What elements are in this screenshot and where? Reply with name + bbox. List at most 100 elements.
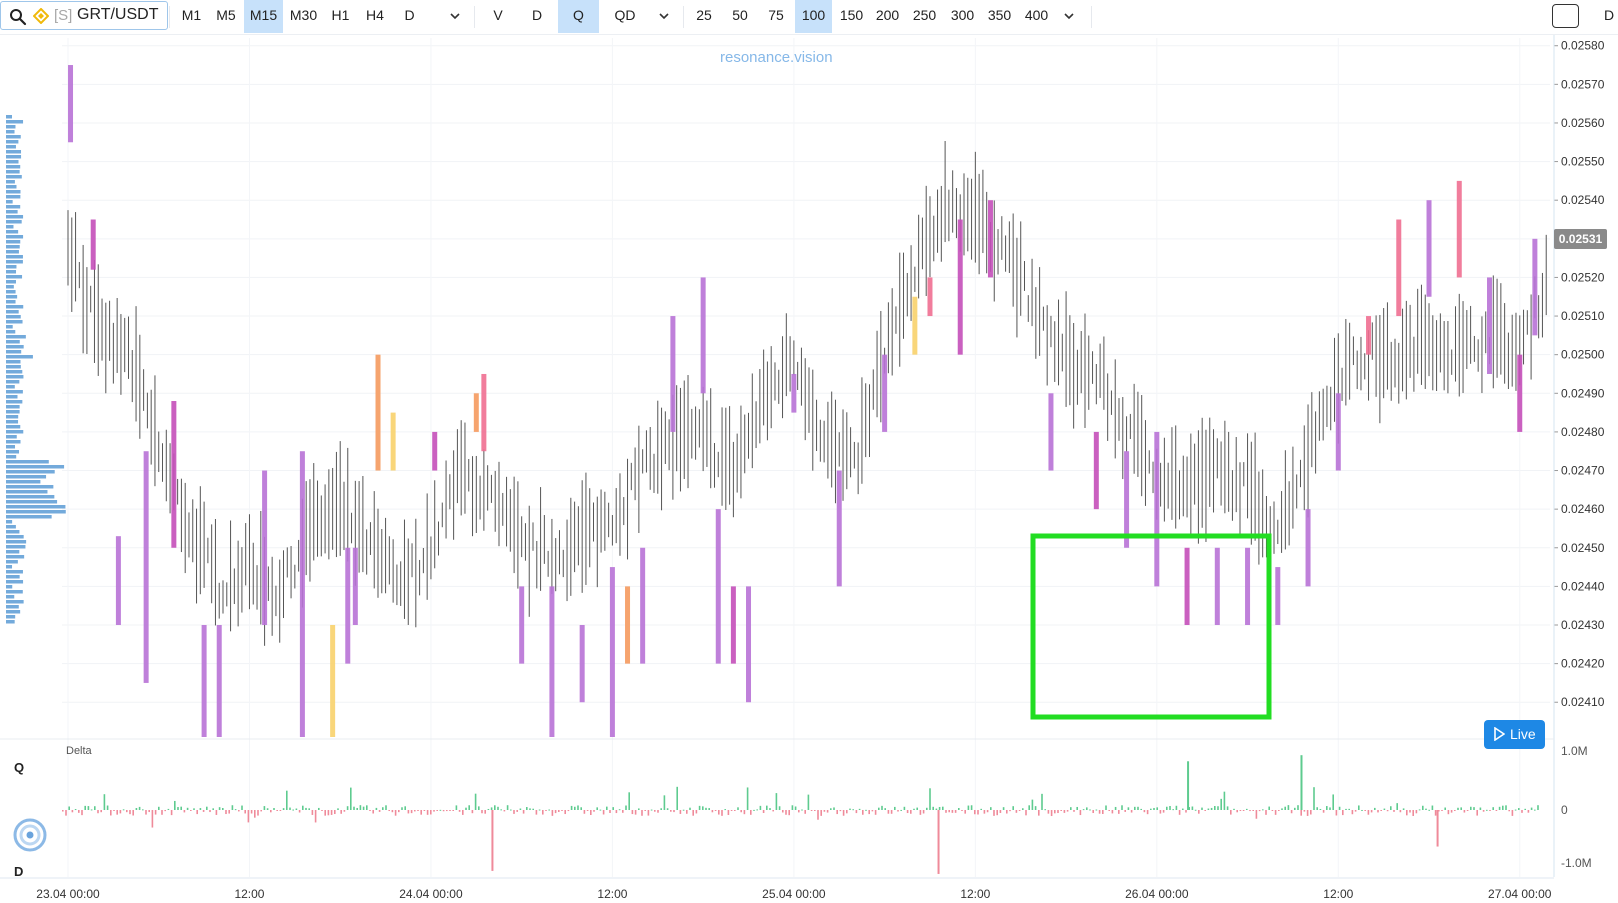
delta-bar [289, 807, 291, 810]
delta-bar [1076, 806, 1078, 810]
timeframe-m15[interactable]: M15 [244, 0, 283, 33]
delta-bar [577, 805, 579, 810]
delta-bar [1377, 810, 1379, 813]
volume-profile-bar [6, 445, 16, 449]
delta-bar [1290, 810, 1293, 814]
delta-bar [942, 806, 944, 810]
level-chevron-down-icon[interactable] [1060, 0, 1078, 33]
delta-bar [810, 810, 813, 811]
delta-bar [151, 810, 154, 828]
volume-profile-bar [6, 425, 21, 429]
delta-bar [84, 805, 86, 810]
level-200[interactable]: 200 [869, 0, 906, 33]
volume-profile-bar [6, 365, 21, 369]
delta-bar [1009, 810, 1011, 812]
delta-bar [222, 807, 224, 810]
delta-bar [180, 806, 182, 810]
timeframe-h1[interactable]: H1 [324, 0, 357, 33]
volume-profile-bar [6, 530, 20, 534]
live-button[interactable]: Live [1484, 720, 1545, 749]
timeframe-chevron-down-icon[interactable] [446, 0, 464, 33]
delta-bar [929, 788, 931, 810]
symbol-search-box[interactable]: [S] GRT/USDT [0, 1, 168, 30]
delta-bar [186, 807, 189, 810]
level-25[interactable]: 25 [686, 0, 722, 33]
delta-bar [1156, 807, 1158, 810]
delta-bar [1489, 810, 1491, 811]
volume-profile-bar [6, 400, 23, 404]
delta-bar [1178, 810, 1181, 815]
volume-profile-bar [6, 325, 13, 329]
volume-profile-bar [6, 175, 22, 179]
level-75[interactable]: 75 [758, 0, 794, 33]
volume-profile-bar [6, 490, 48, 494]
level-50[interactable]: 50 [722, 0, 758, 33]
timeframe-h4[interactable]: H4 [357, 0, 393, 33]
cluster-bar [1154, 431, 1160, 587]
delta-bar [446, 810, 448, 812]
timeframe-d[interactable]: D [393, 0, 426, 33]
delta-bar [286, 790, 288, 810]
mode-v[interactable]: V [480, 0, 516, 33]
delta-bar [433, 810, 435, 812]
volume-profile-bar [6, 565, 13, 569]
timeframe-m5[interactable]: M5 [208, 0, 244, 33]
level-100[interactable]: 100 [795, 0, 832, 33]
timeframe-m1[interactable]: M1 [173, 0, 210, 33]
delta-bar [746, 787, 749, 810]
mode-qd[interactable]: QD [603, 0, 647, 33]
mode-d[interactable]: D [519, 0, 555, 33]
price-tick-label: 0.02540 [1561, 193, 1605, 207]
delta-bar [1111, 810, 1114, 814]
delta-bar [794, 806, 797, 810]
maximize-icon[interactable] [1552, 4, 1579, 28]
level-400[interactable]: 400 [1018, 0, 1055, 33]
time-tick-label: 12:00 [1323, 887, 1353, 901]
delta-bar [471, 810, 474, 814]
delta-bar [417, 810, 419, 811]
delta-bar [778, 806, 781, 810]
delta-bar [698, 805, 701, 810]
volume-profile-bar [6, 145, 16, 149]
search-icon[interactable] [9, 8, 27, 26]
level-350[interactable]: 350 [981, 0, 1018, 33]
delta-spike-bar [491, 810, 494, 871]
delta-bar [647, 810, 650, 816]
delta-bar [871, 810, 874, 812]
delta-bar [1406, 810, 1408, 816]
delta-bar [602, 810, 605, 815]
delta-bar [654, 810, 656, 812]
cluster-bar [330, 625, 336, 737]
level-300[interactable]: 300 [944, 0, 981, 33]
mode-q[interactable]: Q [558, 0, 599, 33]
delta-bar [1287, 805, 1290, 810]
separator [169, 6, 170, 28]
current-price-tag: 0.02531 [1554, 229, 1607, 249]
delta-bar [318, 807, 320, 810]
volume-profile-bar [6, 415, 19, 419]
delta-bar [474, 793, 477, 810]
delta-bar [689, 807, 691, 810]
delta-bar [593, 810, 595, 812]
delta-bar [1002, 807, 1005, 810]
level-150[interactable]: 150 [833, 0, 870, 33]
mode-chevron-down-icon[interactable] [655, 0, 673, 33]
chart-canvas[interactable]: 0.02410 0.02420 0.02430 0.02440 0.02450 0.024… [0, 35, 1618, 903]
volume-profile-bar [6, 170, 20, 174]
cluster-bar [1305, 509, 1311, 587]
timeframe-m30[interactable]: M30 [283, 0, 324, 33]
volume-profile-bar [6, 470, 55, 474]
level-250[interactable]: 250 [906, 0, 943, 33]
volume-profile-bar [6, 165, 21, 169]
delta-bar [142, 809, 144, 811]
volume-profile-bar [6, 585, 13, 589]
delta-bar [298, 810, 301, 813]
delta-bar [641, 810, 643, 816]
volume-profile-bar [6, 600, 24, 604]
delta-bar [1316, 807, 1318, 810]
delta-bar [1236, 810, 1238, 813]
cluster-bar [1093, 431, 1099, 510]
separator [474, 6, 475, 28]
delta-bar [634, 810, 637, 815]
delta-bar [238, 810, 240, 812]
